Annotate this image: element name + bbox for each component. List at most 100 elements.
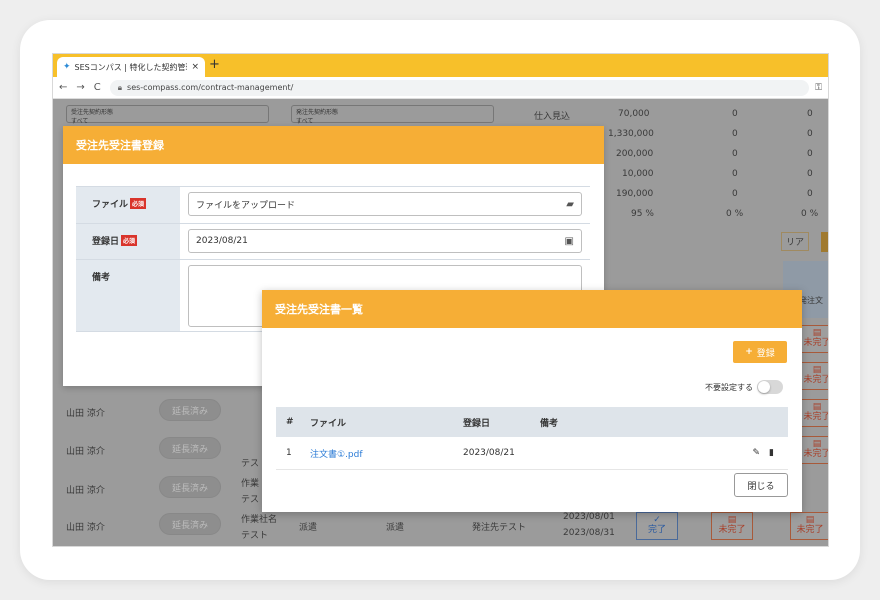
forward-icon[interactable]: → <box>76 82 84 93</box>
summary-value: 0 <box>732 189 738 199</box>
summary-value: 0 <box>807 129 813 139</box>
summary-value: 10,000 <box>622 169 654 179</box>
status-text: 未完了 <box>803 338 829 348</box>
receive-status[interactable]: ✓ 完了 <box>636 512 678 540</box>
person-name: 山田 涼介 <box>66 523 105 533</box>
lock-icon: 🔒︎ <box>117 82 123 92</box>
summary-value: 0 <box>807 109 813 119</box>
status-text: 未完了 <box>796 525 824 535</box>
calendar-icon[interactable]: ▣ <box>565 236 574 247</box>
browser-tab[interactable]: ✦ SESコンパス | 特化した契約管理・営 × <box>57 57 205 77</box>
summary-value: 190,000 <box>616 189 654 199</box>
order-status[interactable]: ▤ 未完了 <box>790 512 828 540</box>
status-text: 未完了 <box>718 525 746 535</box>
summary-value: 1,330,000 <box>608 129 654 139</box>
tab-close-icon[interactable]: × <box>191 62 199 72</box>
column-header: 発注文 <box>799 296 823 305</box>
company-name: 作業社名 <box>241 515 278 525</box>
label-text: ファイル <box>92 200 129 210</box>
summary-value: 0 <box>807 169 813 179</box>
date-input[interactable]: 2023/08/21 ▣ <box>188 229 582 253</box>
filter-label: 受注先契約形態 <box>71 109 114 116</box>
table-row: 1 注文書①.pdf 2023/08/21 ✎ ▮ <box>276 437 788 470</box>
add-order-button[interactable]: + 登録 <box>733 341 787 363</box>
contract-type: 派遣 <box>386 523 405 533</box>
key-icon[interactable]: ⚿ <box>815 83 822 93</box>
partial-text: 作業 <box>241 479 260 489</box>
tab-title: SESコンパス | 特化した契約管理・営 <box>74 62 188 72</box>
person-name: 山田 涼介 <box>66 486 105 496</box>
new-tab-button[interactable]: + <box>209 57 220 72</box>
header-num: # <box>286 417 294 427</box>
summary-label: 仕入見込 <box>534 112 571 122</box>
address-bar: ← → C 🔒︎ ses-compass.com/contract-manage… <box>53 77 828 99</box>
contract-type: 派遣 <box>299 523 318 533</box>
header-note: 備考 <box>540 418 559 429</box>
header-file: ファイル <box>310 418 347 429</box>
end-date: 2023/08/31 <box>563 528 615 538</box>
unneeded-toggle[interactable] <box>757 380 783 394</box>
plus-icon: + <box>745 347 753 357</box>
extended-badge: 延長済み <box>159 437 221 459</box>
order-status[interactable]: ▤ 未完了 <box>801 362 829 390</box>
status-text: 未完了 <box>803 375 829 385</box>
filter-vendor-contract-type[interactable]: 発注先契約形態 すべて <box>291 105 494 125</box>
edit-icon[interactable]: ✎ <box>753 448 761 458</box>
file-label: ファイル 必須 <box>76 187 180 223</box>
date-label: 登録日 必須 <box>76 224 180 259</box>
search-button-edge[interactable] <box>821 232 828 252</box>
row-date: 2023/08/21 <box>463 448 515 458</box>
toggle-knob <box>758 381 770 393</box>
summary-value: 0 % <box>801 209 819 219</box>
url-field[interactable]: 🔒︎ ses-compass.com/contract-management/ <box>109 79 810 96</box>
back-icon[interactable]: ← <box>59 82 67 93</box>
table-header: # ファイル 登録日 備考 <box>276 407 788 437</box>
required-badge: 必須 <box>130 198 147 209</box>
status-text: 未完了 <box>803 412 829 422</box>
summary-value: 0 <box>732 149 738 159</box>
clear-button[interactable]: リア <box>781 232 810 251</box>
company-name: テスト <box>241 531 269 541</box>
form-row-date: 登録日 必須 2023/08/21 ▣ <box>76 224 590 260</box>
extended-badge: 延長済み <box>159 476 221 498</box>
label-text: 登録日 <box>92 237 120 247</box>
summary-value: 0 <box>732 129 738 139</box>
order-list-table: # ファイル 登録日 備考 1 注文書①.pdf 2023/08/21 ✎ ▮ <box>276 407 788 470</box>
client-name: 発注先テスト <box>472 523 527 533</box>
order-status[interactable]: ▤ 未完了 <box>801 436 829 464</box>
summary-value: 0 <box>807 189 813 199</box>
form-value: 2023/08/21 ▣ <box>180 224 590 259</box>
start-date: 2023/08/01 <box>563 512 615 522</box>
person-name: 山田 涼介 <box>66 447 105 457</box>
row-num: 1 <box>286 448 292 458</box>
summary-value: 95 % <box>631 209 654 219</box>
trash-icon[interactable]: ▮ <box>769 448 774 458</box>
summary-value: 0 <box>807 149 813 159</box>
order-status[interactable]: ▤ 未完了 <box>711 512 753 540</box>
date-value: 2023/08/21 <box>196 236 248 246</box>
folder-icon[interactable]: ▰ <box>566 199 574 210</box>
summary-value: 70,000 <box>618 109 650 119</box>
order-status[interactable]: ▤ 未完了 <box>801 325 829 353</box>
note-label: 備考 <box>76 260 180 331</box>
partial-text: テス <box>241 459 260 469</box>
order-status[interactable]: ▤ 未完了 <box>801 399 829 427</box>
filter-client-contract-type[interactable]: 受注先契約形態 すべて <box>66 105 269 125</box>
file-link[interactable]: 注文書①.pdf <box>310 447 463 460</box>
form-row-file: ファイル 必須 ファイルをアップロード ▰ <box>76 187 590 224</box>
button-label: 登録 <box>756 348 775 359</box>
compass-logo-icon: ✦ <box>63 62 71 72</box>
extended-badge: 延長済み <box>159 513 221 535</box>
form-value: ファイルをアップロード ▰ <box>180 187 590 223</box>
summary-value: 0 <box>732 109 738 119</box>
summary-value: 200,000 <box>616 149 654 159</box>
header-date: 登録日 <box>463 418 491 429</box>
person-name: 山田 涼介 <box>66 409 105 419</box>
extended-badge: 延長済み <box>159 399 221 421</box>
order-list-modal: 受注先受注書一覧 + 登録 不要設定する # ファイル 登録日 備考 1 注文書①… <box>262 290 802 512</box>
status-text: 未完了 <box>803 449 829 459</box>
close-button[interactable]: 閉じる <box>734 473 788 497</box>
file-upload-input[interactable]: ファイルをアップロード ▰ <box>188 192 582 216</box>
reload-icon[interactable]: C <box>94 82 101 93</box>
row-actions: ✎ ▮ <box>738 448 788 458</box>
